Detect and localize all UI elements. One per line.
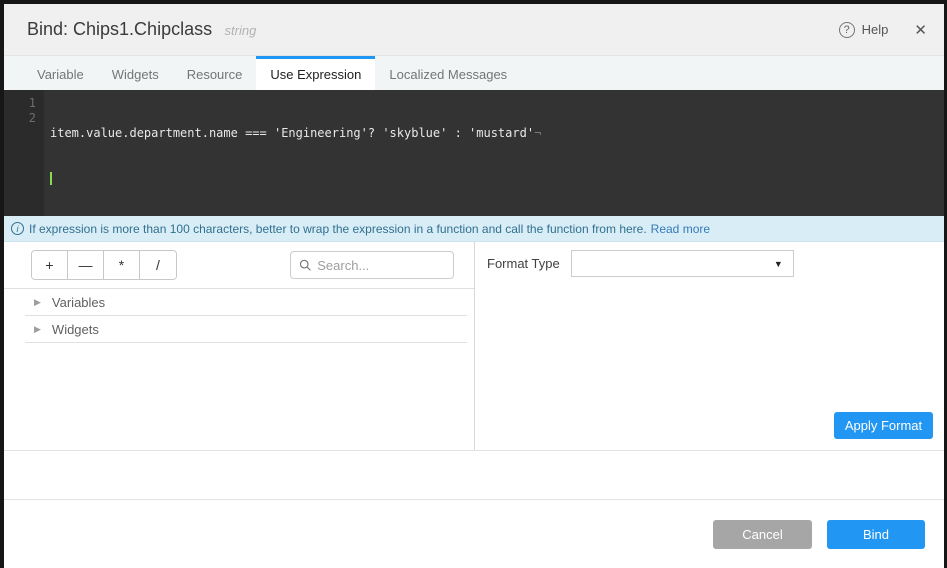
apply-format-button[interactable]: Apply Format (834, 412, 933, 439)
tree-item-label: Widgets (52, 322, 99, 337)
multiply-operator-button[interactable]: * (104, 251, 140, 279)
tab-bar: Variable Widgets Resource Use Expression… (4, 56, 944, 90)
info-message: If expression is more than 100 character… (29, 222, 647, 236)
binding-type-label: string (225, 23, 257, 38)
plus-operator-button[interactable]: + (32, 251, 68, 279)
operator-toolbar: + — * / (4, 242, 474, 289)
tab-use-expression[interactable]: Use Expression (256, 56, 375, 90)
format-type-label: Format Type (487, 256, 560, 271)
search-box[interactable] (290, 251, 454, 279)
dialog-footer: Cancel Bind (4, 499, 944, 568)
code-line-2 (50, 171, 944, 186)
header-actions: ? Help ✕ (839, 21, 927, 39)
info-icon: i (11, 222, 24, 235)
content-area: + — * / ▶ (4, 242, 944, 451)
help-button[interactable]: ? Help (839, 22, 889, 38)
editor-gutter: 1 2 (4, 90, 44, 216)
bind-button[interactable]: Bind (827, 520, 925, 549)
info-bar: i If expression is more than 100 charact… (4, 216, 944, 242)
format-panel: Format Type ▼ Apply Format (475, 242, 944, 450)
screen-background: Bind: Chips1.Chipclass string ? Help ✕ V… (0, 0, 947, 568)
help-icon: ? (839, 22, 855, 38)
line-number: 1 (4, 96, 36, 111)
dialog-title: Bind: Chips1.Chipclass (27, 19, 212, 39)
tab-variable[interactable]: Variable (23, 56, 98, 90)
tab-localized-messages[interactable]: Localized Messages (375, 56, 521, 90)
editor-cursor (50, 172, 52, 185)
expression-helpers-panel: + — * / ▶ (4, 242, 475, 450)
caret-right-icon: ▶ (34, 324, 41, 335)
search-input[interactable] (317, 258, 445, 273)
read-more-link[interactable]: Read more (651, 222, 710, 236)
line-number: 2 (4, 111, 36, 126)
tree-item-widgets[interactable]: ▶ Widgets (4, 316, 474, 343)
format-type-select[interactable]: ▼ (571, 250, 794, 277)
tab-widgets[interactable]: Widgets (98, 56, 173, 90)
eol-marker: ¬ (534, 126, 541, 140)
dialog-title-group: Bind: Chips1.Chipclass string (27, 19, 256, 40)
dropdown-arrow-icon: ▼ (774, 259, 783, 269)
help-label: Help (862, 22, 889, 37)
cancel-button[interactable]: Cancel (713, 520, 812, 549)
tree-item-label: Variables (52, 295, 105, 310)
bind-dialog: Bind: Chips1.Chipclass string ? Help ✕ V… (4, 4, 944, 568)
tab-resource[interactable]: Resource (173, 56, 257, 90)
code-line-1: item.value.department.name === 'Engineer… (50, 126, 944, 141)
tree-item-variables[interactable]: ▶ Variables (4, 289, 474, 316)
operator-group: + — * / (31, 250, 177, 280)
divide-operator-button[interactable]: / (140, 251, 176, 279)
binding-tree: ▶ Variables ▶ Widgets (4, 289, 474, 343)
expression-editor[interactable]: 1 2 item.value.department.name === 'Engi… (4, 90, 944, 216)
expression-text: item.value.department.name === 'Engineer… (50, 126, 534, 140)
empty-area (4, 451, 944, 499)
editor-code-area: item.value.department.name === 'Engineer… (44, 90, 944, 216)
caret-right-icon: ▶ (34, 297, 41, 308)
minus-operator-button[interactable]: — (68, 251, 104, 279)
dialog-header: Bind: Chips1.Chipclass string ? Help ✕ (4, 4, 944, 56)
search-icon (299, 258, 311, 272)
close-icon[interactable]: ✕ (914, 21, 927, 39)
format-type-row: Format Type ▼ (487, 250, 944, 277)
